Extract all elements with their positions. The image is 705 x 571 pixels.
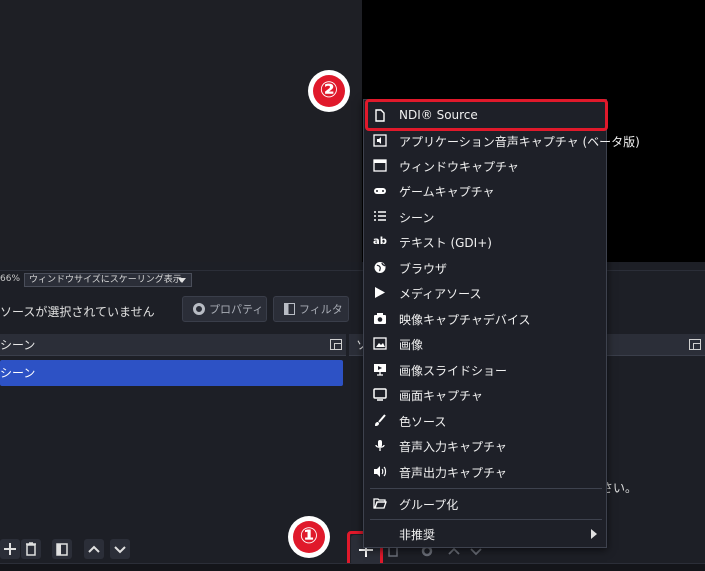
play-icon	[373, 286, 387, 299]
properties-label: プロパティ	[209, 303, 264, 316]
chevron-down-icon[interactable]	[470, 548, 482, 556]
camera-icon	[373, 312, 387, 325]
menu-item-text-gdi[interactable]: ab テキスト (GDI+)	[364, 229, 606, 254]
menu-item-label: 画像	[399, 338, 424, 352]
gear-icon	[193, 303, 205, 315]
window-icon	[373, 159, 387, 172]
step-badge-two-label: ②	[313, 75, 345, 107]
microphone-icon	[373, 439, 387, 452]
menu-item-label: 非推奨	[399, 528, 436, 542]
menu-item-display-capture[interactable]: 画面キャプチャ	[364, 382, 606, 407]
menu-item-audio-input-capture[interactable]: 音声入力キャプチャ	[364, 433, 606, 458]
slideshow-icon	[373, 363, 387, 376]
menu-item-label: ウィンドウキャプチャ	[399, 160, 519, 174]
menu-item-audio-output-capture[interactable]: 音声出力キャプチャ	[364, 459, 606, 484]
menu-separator	[370, 519, 602, 520]
scene-filters-button[interactable]	[52, 539, 72, 559]
chevron-down-icon	[114, 546, 126, 554]
speaker-icon	[373, 465, 387, 478]
filters-label: フィルタ	[299, 303, 343, 316]
remove-scene-button[interactable]	[21, 539, 41, 559]
filter-icon	[56, 543, 68, 556]
menu-item-game-capture[interactable]: ゲームキャプチャ	[364, 178, 606, 203]
plus-icon	[4, 543, 16, 555]
menu-item-scene[interactable]: シーン	[364, 204, 606, 229]
app-audio-icon	[373, 134, 387, 147]
menu-item-label: ブラウザ	[399, 262, 448, 276]
menu-item-window-capture[interactable]: ウィンドウキャプチャ	[364, 153, 606, 178]
scene-list-item[interactable]: シーン	[0, 360, 343, 386]
list-icon	[373, 210, 387, 223]
add-source-menu: NDI® Source アプリケーション音声キャプチャ (ベータ版) ウィンドウ…	[363, 99, 640, 548]
chevron-down-icon	[178, 278, 186, 283]
scenes-title: シーン	[0, 338, 36, 352]
menu-item-label: 音声入力キャプチャ	[399, 440, 507, 454]
filters-button[interactable]: フィルタ	[273, 296, 349, 322]
menu-item-deprecated[interactable]: 非推奨	[364, 521, 606, 546]
menu-item-label: 画像スライドショー	[399, 364, 508, 378]
menu-item-image-slideshow[interactable]: 画像スライドショー	[364, 357, 606, 382]
status-bar	[0, 563, 705, 571]
menu-item-app-audio-capture[interactable]: アプリケーション音声キャプチャ (ベータ版)	[364, 128, 640, 153]
menu-item-label: グループ化	[399, 498, 459, 512]
menu-item-group[interactable]: グループ化	[364, 491, 606, 516]
gamepad-icon	[373, 184, 387, 197]
chevron-up-icon[interactable]	[448, 547, 460, 555]
menu-item-label: 画面キャプチャ	[399, 389, 483, 403]
submenu-arrow-icon	[591, 529, 597, 539]
chevron-up-icon	[88, 545, 100, 553]
menu-item-label: メディアソース	[399, 287, 482, 301]
step-badge-one-label: ①	[293, 521, 325, 553]
scaling-mode-select[interactable]: ウィンドウサイズにスケーリング表示	[24, 273, 192, 287]
menu-item-browser[interactable]: ブラウザ	[364, 255, 606, 280]
monitor-icon	[373, 388, 387, 401]
obs-window: 66% ウィンドウサイズにスケーリング表示 ソースが選択されていません プロパテ…	[0, 0, 705, 571]
step-badge-two: ②	[311, 73, 347, 109]
menu-item-video-capture-device[interactable]: 映像キャプチャデバイス	[364, 306, 606, 331]
properties-button[interactable]: プロパティ	[182, 296, 267, 322]
globe-icon	[373, 261, 387, 274]
add-scene-button[interactable]	[0, 539, 20, 559]
menu-item-media-source[interactable]: メディアソース	[364, 280, 606, 305]
zoom-level: 66%	[0, 274, 21, 284]
menu-item-label: ゲームキャプチャ	[399, 185, 495, 199]
move-scene-up-button[interactable]	[84, 539, 104, 559]
trash-icon	[26, 542, 36, 556]
no-source-selected-text: ソースが選択されていません	[0, 305, 155, 319]
ndi-source-highlight	[365, 99, 608, 131]
menu-separator	[370, 488, 602, 489]
preview-background	[0, 0, 362, 262]
image-icon	[373, 337, 387, 350]
step-badge-one: ①	[291, 519, 327, 555]
menu-item-label: 映像キャプチャデバイス	[399, 313, 531, 327]
gear-icon[interactable]	[421, 545, 433, 557]
menu-item-label: 音声出力キャプチャ	[399, 466, 507, 480]
brush-icon	[373, 414, 387, 427]
folder-open-icon	[373, 497, 387, 510]
menu-item-color-source[interactable]: 色ソース	[364, 408, 606, 433]
text-ab-icon: ab	[373, 236, 387, 247]
undock-icon[interactable]	[689, 339, 701, 350]
scenes-dock-title: シーン	[0, 334, 346, 356]
menu-item-image[interactable]: 画像	[364, 331, 606, 356]
menu-item-label: シーン	[399, 211, 435, 225]
menu-item-label: アプリケーション音声キャプチャ (ベータ版)	[399, 135, 640, 149]
menu-item-label: テキスト (GDI+)	[399, 236, 492, 250]
scaling-mode-value: ウィンドウサイズにスケーリング表示	[29, 275, 182, 285]
undock-icon[interactable]	[330, 339, 342, 350]
menu-item-label: 色ソース	[399, 415, 447, 429]
filter-icon	[284, 303, 295, 315]
move-scene-down-button[interactable]	[110, 539, 130, 559]
